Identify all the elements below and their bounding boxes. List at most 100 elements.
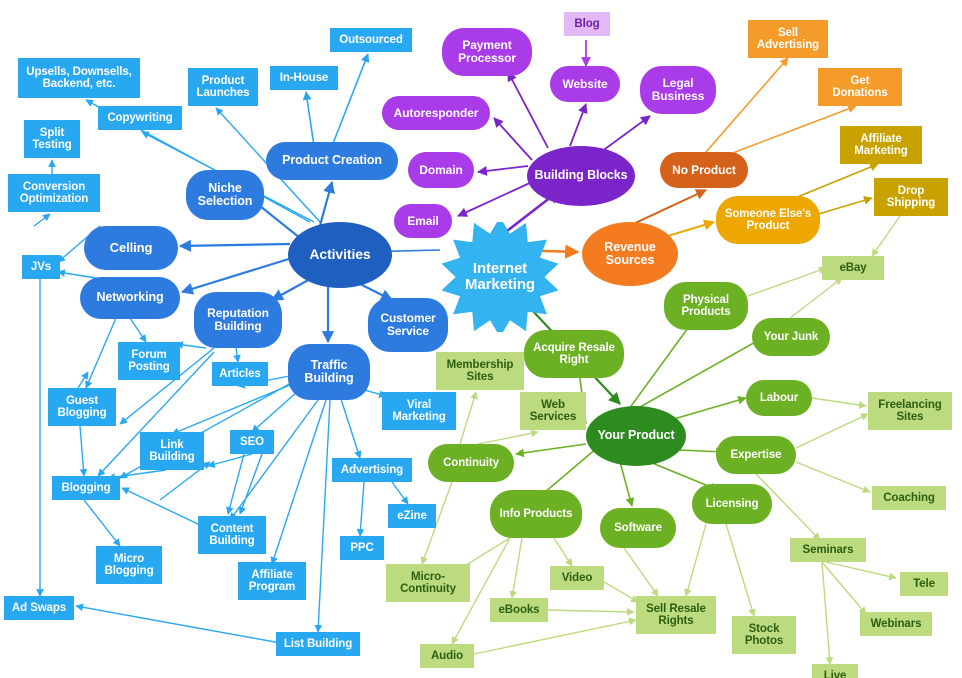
node-web-services[interactable]: Web Services xyxy=(520,392,586,430)
edge xyxy=(391,481,409,505)
node-stock-photos[interactable]: Stock Photos xyxy=(732,616,796,654)
edge xyxy=(178,239,291,252)
edge xyxy=(238,453,263,515)
edge xyxy=(314,399,331,633)
node-guest-blogging[interactable]: Guest Blogging xyxy=(48,388,116,426)
edge xyxy=(270,277,313,301)
node-revenue-sources[interactable]: Revenue Sources xyxy=(582,222,678,286)
node-split-testing[interactable]: Split Testing xyxy=(24,120,80,158)
node-licensing[interactable]: Licensing xyxy=(692,484,772,524)
node-content-building[interactable]: Content Building xyxy=(198,516,266,554)
node-ad-swaps[interactable]: Ad Swaps xyxy=(4,596,74,620)
node-list-building[interactable]: List Building xyxy=(276,632,360,656)
edge xyxy=(547,607,635,616)
node-software[interactable]: Software xyxy=(600,508,676,548)
node-sell-advertising[interactable]: Sell Advertising xyxy=(748,20,828,58)
edge xyxy=(121,487,199,525)
edge xyxy=(477,429,539,445)
node-webinars[interactable]: Webinars xyxy=(860,612,932,636)
node-seo[interactable]: SEO xyxy=(230,430,274,454)
node-product-creation[interactable]: Product Creation xyxy=(266,142,398,180)
edge xyxy=(871,215,901,257)
node-niche-selection[interactable]: Niche Selection xyxy=(186,170,264,220)
node-jvs[interactable]: JVs xyxy=(22,255,60,279)
node-ppc[interactable]: PPC xyxy=(340,536,384,560)
node-affiliate-program[interactable]: Affiliate Program xyxy=(238,562,306,600)
node-link-building[interactable]: Link Building xyxy=(140,432,204,470)
node-coaching[interactable]: Coaching xyxy=(872,486,946,510)
edge xyxy=(821,561,834,665)
node-tele[interactable]: Tele xyxy=(900,572,948,596)
edge xyxy=(207,453,253,468)
node-legal-business[interactable]: Legal Business xyxy=(640,66,716,114)
edge xyxy=(83,499,121,547)
node-activities[interactable]: Activities xyxy=(288,222,392,288)
node-domain[interactable]: Domain xyxy=(408,152,474,188)
node-conversion-optimization[interactable]: Conversion Optimization xyxy=(8,174,100,212)
node-blog[interactable]: Blog xyxy=(564,12,610,36)
node-drop-shipping[interactable]: Drop Shipping xyxy=(874,178,948,216)
node-audio[interactable]: Audio xyxy=(420,644,474,668)
node-payment-processor[interactable]: Payment Processor xyxy=(442,28,532,76)
node-acquire-resale-right[interactable]: Acquire Resale Right xyxy=(524,330,624,378)
node-membership-sites[interactable]: Membership Sites xyxy=(436,352,524,390)
node-blogging[interactable]: Blogging xyxy=(52,476,120,500)
node-networking[interactable]: Networking xyxy=(80,277,180,319)
edge xyxy=(747,266,827,297)
node-autoresponder[interactable]: Autoresponder xyxy=(382,96,490,130)
node-someone-elses-product[interactable]: Someone Else's Product xyxy=(716,196,820,244)
node-outsourced[interactable]: Outsourced xyxy=(330,28,412,52)
node-internet-marketing[interactable]: Internet Marketing xyxy=(440,222,560,332)
edge xyxy=(75,603,287,645)
node-celling[interactable]: Celling xyxy=(84,226,178,270)
edge xyxy=(729,104,857,155)
edge xyxy=(339,395,362,459)
node-continuity[interactable]: Continuity xyxy=(428,444,514,482)
node-sell-resale-rights[interactable]: Sell Resale Rights xyxy=(636,596,716,634)
edge xyxy=(473,617,637,655)
node-physical-products[interactable]: Physical Products xyxy=(664,282,748,330)
node-copywriting[interactable]: Copywriting xyxy=(98,106,182,130)
node-expertise[interactable]: Expertise xyxy=(716,436,796,474)
edge xyxy=(569,103,588,147)
edge xyxy=(509,537,523,599)
edge xyxy=(789,162,879,201)
node-get-donations[interactable]: Get Donations xyxy=(818,68,902,106)
node-freelancing-sites[interactable]: Freelancing Sites xyxy=(868,392,952,430)
edge xyxy=(603,581,639,603)
node-label: Internet Marketing xyxy=(465,259,535,293)
node-ebooks[interactable]: eBooks xyxy=(490,598,548,622)
node-seminars[interactable]: Seminars xyxy=(790,538,866,562)
edge xyxy=(171,379,303,435)
node-building-blocks[interactable]: Building Blocks xyxy=(527,146,635,206)
node-articles[interactable]: Articles xyxy=(212,362,268,386)
node-upsells[interactable]: Upsells, Downsells, Backend, etc. xyxy=(18,58,140,98)
edge xyxy=(270,399,327,565)
edge xyxy=(684,523,707,597)
node-forum-posting[interactable]: Forum Posting xyxy=(118,342,180,380)
node-no-product[interactable]: No Product xyxy=(660,152,748,188)
node-micro-continuity[interactable]: Micro- Continuity xyxy=(386,564,470,602)
node-labour[interactable]: Labour xyxy=(746,380,812,416)
node-affiliate-marketing[interactable]: Affiliate Marketing xyxy=(840,126,922,164)
node-advertising[interactable]: Advertising xyxy=(332,458,412,482)
node-your-product[interactable]: Your Product xyxy=(586,406,686,466)
node-product-launches[interactable]: Product Launches xyxy=(188,68,258,106)
edge xyxy=(129,317,147,343)
node-ezine[interactable]: eZine xyxy=(388,504,436,528)
node-website[interactable]: Website xyxy=(550,66,620,102)
node-traffic-building[interactable]: Traffic Building xyxy=(288,344,370,400)
node-customer-service[interactable]: Customer Service xyxy=(368,298,448,352)
node-video[interactable]: Video xyxy=(550,566,604,590)
node-info-products[interactable]: Info Products xyxy=(490,490,582,538)
node-live[interactable]: Live xyxy=(812,664,858,678)
edge xyxy=(623,335,767,417)
node-micro-blogging[interactable]: Micro Blogging xyxy=(96,546,162,584)
edge xyxy=(825,561,897,581)
node-reputation-building[interactable]: Reputation Building xyxy=(194,292,282,348)
node-in-house[interactable]: In-House xyxy=(270,66,338,90)
node-ebay[interactable]: eBay xyxy=(822,256,884,280)
edge xyxy=(507,71,549,149)
node-your-junk[interactable]: Your Junk xyxy=(752,318,830,356)
node-viral-marketing[interactable]: Viral Marketing xyxy=(382,392,456,430)
